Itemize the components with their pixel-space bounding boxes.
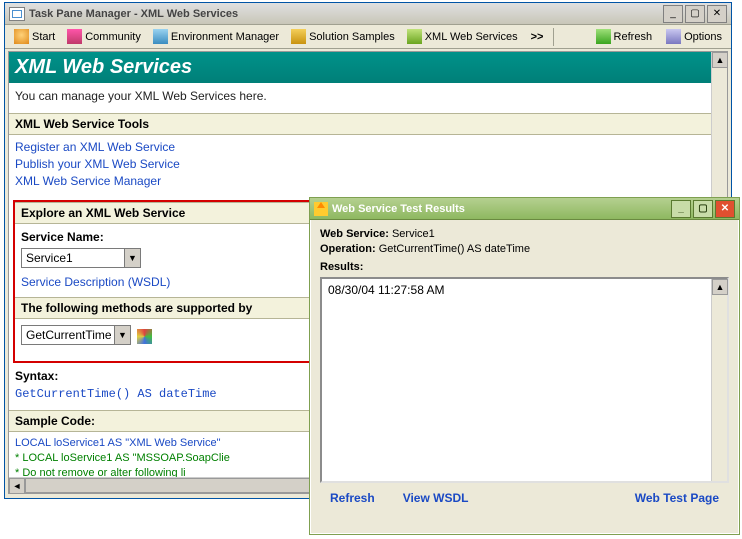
link-refresh-results[interactable]: Refresh	[330, 491, 375, 505]
results-app-icon	[314, 202, 328, 216]
label-operation: Operation:	[320, 243, 376, 255]
page-intro: You can manage your XML Web Services her…	[9, 83, 711, 113]
toolbar-label: Start	[32, 31, 55, 43]
label-web-service: Web Service:	[320, 228, 389, 240]
link-register-service[interactable]: Register an XML Web Service	[15, 139, 705, 156]
link-publish-service[interactable]: Publish your XML Web Service	[15, 156, 705, 173]
xml-icon	[407, 29, 422, 44]
toolbar-label: Solution Samples	[309, 31, 395, 43]
options-icon	[666, 29, 681, 44]
toolbar-label: Refresh	[614, 31, 653, 43]
scroll-up-button[interactable]: ▲	[712, 279, 728, 295]
results-output-text: 08/30/04 11:27:58 AM	[322, 279, 727, 301]
minimize-button[interactable]: _	[663, 5, 683, 23]
toolbar: Start Community Environment Manager Solu…	[5, 25, 731, 49]
refresh-icon	[596, 29, 611, 44]
toolbar-start[interactable]: Start	[9, 27, 60, 46]
results-body: Web Service: Service1 Operation: GetCurr…	[310, 220, 739, 513]
window-title: Task Pane Manager - XML Web Services	[29, 8, 663, 20]
results-output[interactable]: 08/30/04 11:27:58 AM ▲	[320, 277, 729, 483]
home-icon	[14, 29, 29, 44]
close-button[interactable]: ✕	[707, 5, 727, 23]
maximize-button[interactable]: ▢	[685, 5, 705, 23]
community-icon	[67, 29, 82, 44]
toolbar-options[interactable]: Options	[661, 27, 727, 46]
section-tools-head: XML Web Service Tools	[9, 113, 711, 135]
toolbar-label: Community	[85, 31, 141, 43]
results-maximize-button[interactable]: ▢	[693, 200, 713, 218]
toolbar-solution-samples[interactable]: Solution Samples	[286, 27, 400, 46]
dropdown-icon[interactable]: ▼	[124, 249, 140, 267]
toolbar-label: Environment Manager	[171, 31, 279, 43]
toolbar-more[interactable]: >>	[525, 31, 550, 43]
tools-links: Register an XML Web Service Publish your…	[9, 135, 711, 198]
method-select[interactable]: GetCurrentTime ▼	[21, 325, 131, 345]
toolbar-environment-manager[interactable]: Environment Manager	[148, 27, 284, 46]
results-webservice-row: Web Service: Service1	[320, 228, 729, 240]
app-icon	[9, 7, 25, 21]
service-name-select[interactable]: Service1 ▼	[21, 248, 141, 268]
test-results-window: Web Service Test Results _ ▢ ✕ Web Servi…	[309, 197, 740, 535]
value-web-service: Service1	[392, 228, 435, 240]
run-method-icon[interactable]	[137, 329, 152, 344]
link-view-wsdl[interactable]: View WSDL	[403, 491, 469, 505]
page-header: XML Web Services	[9, 52, 711, 83]
link-service-manager[interactable]: XML Web Service Manager	[15, 173, 705, 190]
results-close-button[interactable]: ✕	[715, 200, 735, 218]
environment-icon	[153, 29, 168, 44]
label-results: Results:	[320, 261, 363, 273]
results-footer: Refresh View WSDL Web Test Page	[320, 483, 729, 505]
value-operation: GetCurrentTime() AS dateTime	[379, 243, 530, 255]
scroll-left-button[interactable]: ◄	[9, 478, 25, 494]
link-web-test-page[interactable]: Web Test Page	[635, 491, 719, 505]
toolbar-xml-web-services[interactable]: XML Web Services	[402, 27, 523, 46]
results-operation-row: Operation: GetCurrentTime() AS dateTime	[320, 243, 729, 255]
results-minimize-button[interactable]: _	[671, 200, 691, 218]
titlebar[interactable]: Task Pane Manager - XML Web Services _ ▢…	[5, 3, 731, 25]
results-window-title: Web Service Test Results	[332, 203, 669, 215]
service-name-value: Service1	[22, 249, 140, 267]
scroll-up-button[interactable]: ▲	[712, 52, 728, 68]
toolbar-community[interactable]: Community	[62, 27, 146, 46]
results-scrollbar[interactable]: ▲	[711, 279, 727, 481]
results-titlebar[interactable]: Web Service Test Results _ ▢ ✕	[310, 198, 739, 220]
dropdown-icon[interactable]: ▼	[114, 326, 130, 344]
samples-icon	[291, 29, 306, 44]
toolbar-separator	[553, 28, 554, 46]
toolbar-refresh[interactable]: Refresh	[591, 27, 658, 46]
toolbar-label: Options	[684, 31, 722, 43]
toolbar-label: XML Web Services	[425, 31, 518, 43]
